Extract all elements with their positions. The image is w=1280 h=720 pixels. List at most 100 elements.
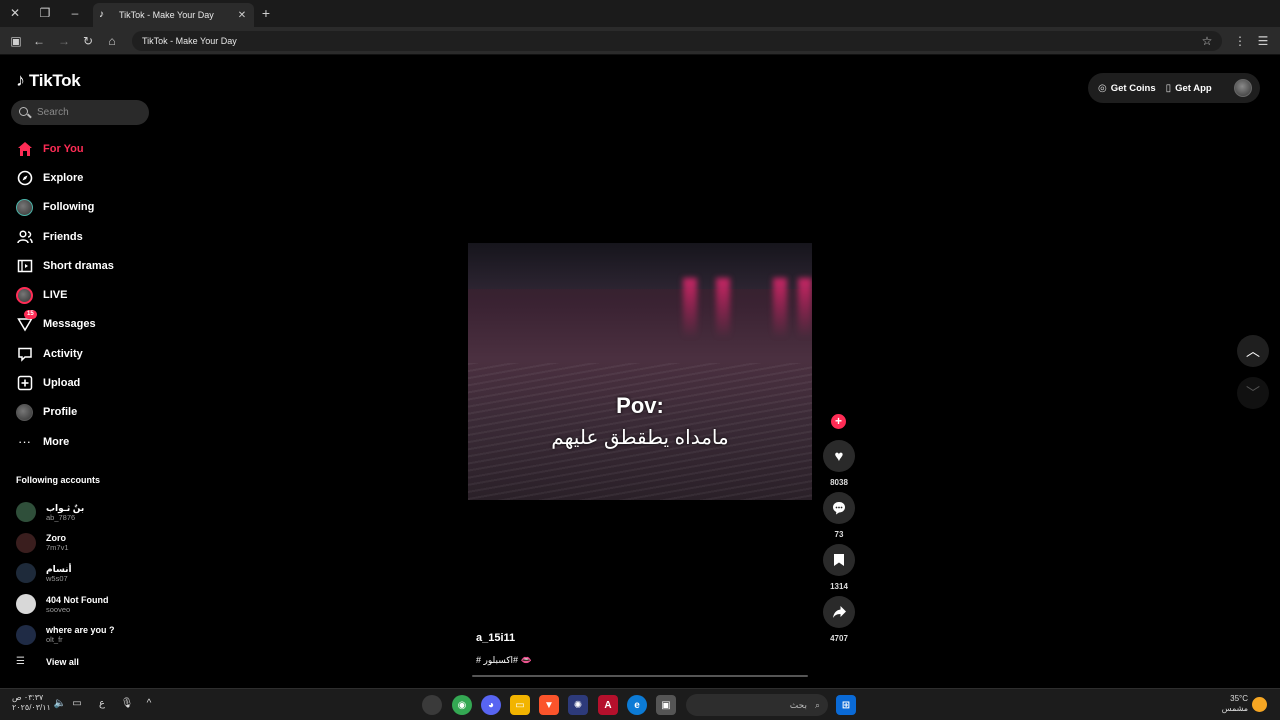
friends-icon <box>16 228 33 245</box>
previous-video-button[interactable]: ︿ <box>1237 335 1269 367</box>
sidebar-item-for-you[interactable]: For You <box>0 134 160 163</box>
sidebar-item-friends[interactable]: Friends <box>0 222 160 251</box>
window-app-icon[interactable]: ▣ <box>656 695 676 715</box>
video-player[interactable]: Pov: مامداه يطقطق عليهم <box>468 243 812 500</box>
list-item[interactable]: where are you ? olt_fr <box>16 619 156 650</box>
taskbar: ٠٣:٣٧ ص ٢٠٢٥/٠٣/١١ 🔈 ▭ ع 🎙 ^ ◉ ◕ ▭ ▼ ✺ A… <box>0 688 1280 720</box>
save-button[interactable]: 1314 <box>822 544 856 591</box>
weather-description: مشمس <box>1221 704 1248 713</box>
sidebar-item-label: Friends <box>43 230 83 243</box>
microphone-icon[interactable]: 🎙 <box>120 697 134 711</box>
menu-dots-icon[interactable]: ⋮ <box>1231 32 1249 50</box>
sidebar-item-activity[interactable]: Activity <box>0 339 160 368</box>
home-icon <box>16 140 33 157</box>
save-count: 1314 <box>830 582 848 591</box>
share-count: 4707 <box>830 634 848 643</box>
volume-icon[interactable]: 🔈 <box>53 697 67 711</box>
comment-button[interactable]: 73 <box>822 492 856 539</box>
film-icon <box>16 257 33 274</box>
list-item[interactable]: 404 Not Found sooveo <box>16 589 156 620</box>
list-icon: ☰ <box>16 656 25 667</box>
coin-icon: ◎ <box>1098 82 1107 94</box>
app-hub-icon[interactable]: ✺ <box>568 695 588 715</box>
reload-icon[interactable]: ↻ <box>79 32 97 50</box>
list-item[interactable]: Zoro 7m7v1 <box>16 528 156 559</box>
sidebar-toggle-icon[interactable]: ▣ <box>7 32 25 50</box>
view-all-label: View all <box>46 656 79 667</box>
edge-icon[interactable]: e <box>627 695 647 715</box>
account-handle: 7m7v1 <box>46 543 69 553</box>
avatar <box>16 594 36 615</box>
home-icon[interactable]: ⌂ <box>103 32 121 50</box>
tiktok-note-icon: ♪ <box>16 70 25 90</box>
list-item[interactable]: أنسام w5s07 <box>16 558 156 589</box>
search-label: بحث <box>789 699 807 710</box>
avatar <box>16 502 36 523</box>
following-avatar-icon <box>16 198 33 216</box>
weather-widget[interactable]: 35°C مشمس <box>1216 694 1248 714</box>
hamburger-menu-icon[interactable]: ☰ <box>1254 32 1272 50</box>
windows-start-icon[interactable]: ⊞ <box>836 695 856 715</box>
header-actions: ◎ Get Coins ▯ Get App <box>1088 73 1260 103</box>
tab-title: TikTok - Make Your Day <box>119 10 214 20</box>
restore-window-icon[interactable]: ❐ <box>36 4 54 22</box>
close-window-icon[interactable]: ✕ <box>6 4 24 22</box>
account-name: Zoro <box>46 533 66 544</box>
sidebar-item-messages[interactable]: 15 Messages <box>0 309 160 339</box>
video-caption-text: مامداه يطقطق عليهم <box>551 427 729 449</box>
sidebar-item-live[interactable]: LIVE <box>0 280 160 309</box>
sidebar-item-following[interactable]: Following <box>0 193 160 222</box>
browser-tab[interactable]: ♪ TikTok - Make Your Day ✕ <box>93 3 254 27</box>
messages-icon: 15 <box>16 309 37 333</box>
sidebar-item-profile[interactable]: Profile <box>0 398 160 427</box>
language-indicator[interactable]: ع <box>95 697 109 711</box>
get-app-button[interactable]: ▯ Get App <box>1166 83 1212 94</box>
list-item[interactable]: بنٌ ثـواب ab_7876 <box>16 497 156 528</box>
sidebar-nav: For You Explore Following Friends Short … <box>0 134 160 456</box>
light-reflection <box>716 278 730 338</box>
chrome-icon[interactable]: ◉ <box>452 695 472 715</box>
system-clock[interactable]: ٠٣:٣٧ ص ٢٠٢٥/٠٣/١١ <box>12 693 51 713</box>
view-all-link[interactable]: ☰ View all <box>16 656 79 667</box>
tiktok-logo[interactable]: ♪ TikTok <box>16 70 81 91</box>
like-button[interactable]: ♥ 8038 <box>822 440 856 487</box>
chevron-up-icon[interactable]: ^ <box>142 697 156 711</box>
taskbar-search[interactable]: بحث ⌕ <box>686 694 828 716</box>
sidebar-item-explore[interactable]: Explore <box>0 163 160 192</box>
back-icon[interactable]: ← <box>30 32 48 50</box>
video-author[interactable]: a_15i11 <box>476 632 515 644</box>
avatar <box>16 624 36 645</box>
address-bar[interactable]: TikTok - Make Your Day <box>132 31 1222 51</box>
follow-button[interactable]: + <box>831 414 846 429</box>
sidebar-item-label: Upload <box>43 377 81 390</box>
sidebar-item-upload[interactable]: Upload <box>0 368 160 397</box>
discord-icon[interactable]: ◕ <box>481 695 501 715</box>
bookmark-star-icon[interactable]: ☆ <box>1198 32 1216 50</box>
sidebar-item-more[interactable]: ··· More <box>0 427 160 456</box>
adobe-icon[interactable]: A <box>598 695 618 715</box>
sidebar-item-label: Messages <box>43 318 96 331</box>
forward-icon[interactable]: → <box>55 32 73 50</box>
network-icon[interactable]: ▭ <box>70 697 84 711</box>
phone-icon: ▯ <box>1165 82 1172 94</box>
search-box[interactable] <box>11 100 149 125</box>
file-explorer-icon[interactable]: ▭ <box>510 695 530 715</box>
get-coins-button[interactable]: ◎ Get Coins <box>1098 83 1156 94</box>
sidebar-item-short-dramas[interactable]: Short dramas <box>0 251 160 280</box>
new-tab-icon[interactable]: + <box>258 4 274 22</box>
activity-icon <box>16 345 33 362</box>
brave-icon[interactable]: ▼ <box>539 695 559 715</box>
share-button[interactable]: 4707 <box>822 596 856 643</box>
close-tab-icon[interactable]: ✕ <box>236 10 248 21</box>
minimize-window-icon[interactable]: – <box>66 4 84 22</box>
sidebar-item-label: Profile <box>43 406 78 419</box>
search-input[interactable] <box>37 107 137 118</box>
logo-text: TikTok <box>29 70 81 90</box>
next-video-button[interactable]: ﹀ <box>1237 377 1269 409</box>
clock-time: ٠٣:٣٧ ص <box>12 693 44 702</box>
avatar[interactable] <box>1234 79 1252 97</box>
search-icon <box>19 106 32 119</box>
following-accounts-list: بنٌ ثـواب ab_7876 Zoro 7m7v1 أنسام w5s07 40… <box>16 497 156 650</box>
video-progress-bar[interactable] <box>472 675 808 677</box>
app-avatar-icon[interactable] <box>422 695 442 715</box>
